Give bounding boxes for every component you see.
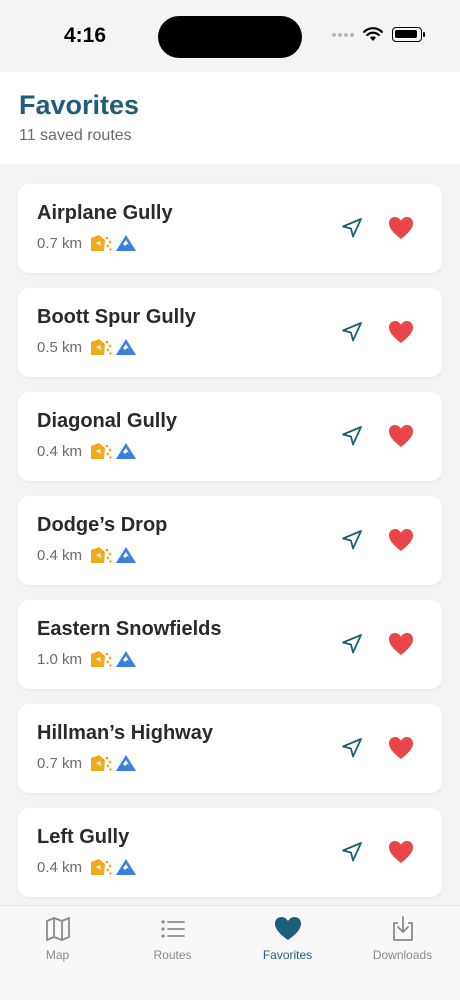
- mountain-badge-icon: [116, 443, 137, 459]
- list-icon: [160, 920, 185, 938]
- route-name: Diagonal Gully: [37, 410, 178, 432]
- tab-label: Map: [45, 948, 70, 962]
- status-time: 4:16: [64, 24, 107, 47]
- route-distance: 0.7 km: [37, 754, 83, 772]
- dynamic-island: [158, 16, 302, 58]
- favorite-heart-icon[interactable]: [388, 840, 414, 864]
- route-card[interactable]: Eastern Snowfields 1.0 km: [18, 600, 442, 689]
- route-distance: 0.7 km: [37, 234, 83, 252]
- favorite-heart-icon[interactable]: [388, 320, 414, 344]
- route-name: Left Gully: [37, 826, 130, 848]
- route-card[interactable]: Left Gully 0.4 km: [18, 808, 442, 897]
- mountain-badge-icon: [116, 235, 137, 251]
- route-card[interactable]: Diagonal Gully 0.4 km: [18, 392, 442, 481]
- route-card[interactable]: Hillman’s Highway 0.7 km: [18, 704, 442, 793]
- navigate-icon[interactable]: [340, 632, 364, 656]
- mountain-badge-icon: [116, 755, 137, 771]
- navigate-icon[interactable]: [340, 736, 364, 760]
- heart-icon: [274, 917, 301, 940]
- favorite-heart-icon[interactable]: [388, 736, 414, 760]
- route-distance: 1.0 km: [37, 650, 83, 668]
- tab-routes[interactable]: Routes: [115, 906, 230, 1000]
- page-title: Favorites: [19, 90, 140, 120]
- status-icons: [332, 27, 425, 42]
- route-meta: 0.7 km: [37, 234, 442, 252]
- route-distance: 0.4 km: [37, 858, 83, 876]
- tab-label: Downloads: [372, 948, 433, 962]
- route-list: Airplane Gully 0.7 km Boott Spur Gully 0.5 …: [18, 184, 442, 897]
- header: Favorites 11 saved routes: [0, 72, 460, 164]
- navigate-icon[interactable]: [340, 424, 364, 448]
- tab-downloads[interactable]: Downloads: [345, 906, 460, 1000]
- route-card[interactable]: Dodge’s Drop 0.4 km: [18, 496, 442, 585]
- route-name: Eastern Snowfields: [37, 618, 222, 640]
- avalanche-badge-icon: [91, 755, 112, 771]
- mountain-badge-icon: [116, 651, 137, 667]
- favorite-heart-icon[interactable]: [388, 528, 414, 552]
- route-name: Airplane Gully: [37, 202, 173, 224]
- route-meta: 0.5 km: [37, 338, 442, 356]
- download-icon: [392, 916, 413, 941]
- avalanche-badge-icon: [91, 859, 112, 875]
- route-meta: 0.7 km: [37, 754, 442, 772]
- status-bar: 4:16: [0, 0, 460, 72]
- tab-label: Favorites: [262, 948, 313, 962]
- tab-label: Routes: [153, 948, 192, 962]
- route-distance: 0.4 km: [37, 546, 83, 564]
- mountain-badge-icon: [116, 859, 137, 875]
- route-distance: 0.4 km: [37, 442, 83, 460]
- tab-favorites[interactable]: Favorites: [230, 906, 345, 1000]
- route-meta: 0.4 km: [37, 858, 442, 876]
- route-name: Hillman’s Highway: [37, 722, 213, 744]
- avalanche-badge-icon: [91, 235, 112, 251]
- avalanche-badge-icon: [91, 547, 112, 563]
- route-name: Boott Spur Gully: [37, 306, 196, 328]
- route-card[interactable]: Airplane Gully 0.7 km: [18, 184, 442, 273]
- avalanche-badge-icon: [91, 339, 112, 355]
- route-name: Dodge’s Drop: [37, 514, 168, 536]
- avalanche-badge-icon: [91, 443, 112, 459]
- favorite-heart-icon[interactable]: [388, 216, 414, 240]
- avalanche-badge-icon: [91, 651, 112, 667]
- navigate-icon[interactable]: [340, 840, 364, 864]
- route-meta: 0.4 km: [37, 546, 442, 564]
- navigate-icon[interactable]: [340, 216, 364, 240]
- wifi-icon: [363, 27, 383, 41]
- favorite-heart-icon[interactable]: [388, 632, 414, 656]
- route-meta: 1.0 km: [37, 650, 442, 668]
- signal-icon: [332, 32, 354, 37]
- page-subtitle: 11 saved routes: [19, 127, 132, 144]
- navigate-icon[interactable]: [340, 320, 364, 344]
- map-icon: [45, 917, 70, 941]
- mountain-badge-icon: [116, 339, 137, 355]
- tab-map[interactable]: Map: [0, 906, 115, 1000]
- favorite-heart-icon[interactable]: [388, 424, 414, 448]
- navigate-icon[interactable]: [340, 528, 364, 552]
- route-distance: 0.5 km: [37, 338, 83, 356]
- route-card[interactable]: Boott Spur Gully 0.5 km: [18, 288, 442, 377]
- route-meta: 0.4 km: [37, 442, 442, 460]
- tab-bar: Map Routes Favorites Downloads: [0, 905, 460, 1000]
- battery-icon: [392, 27, 425, 42]
- mountain-badge-icon: [116, 547, 137, 563]
